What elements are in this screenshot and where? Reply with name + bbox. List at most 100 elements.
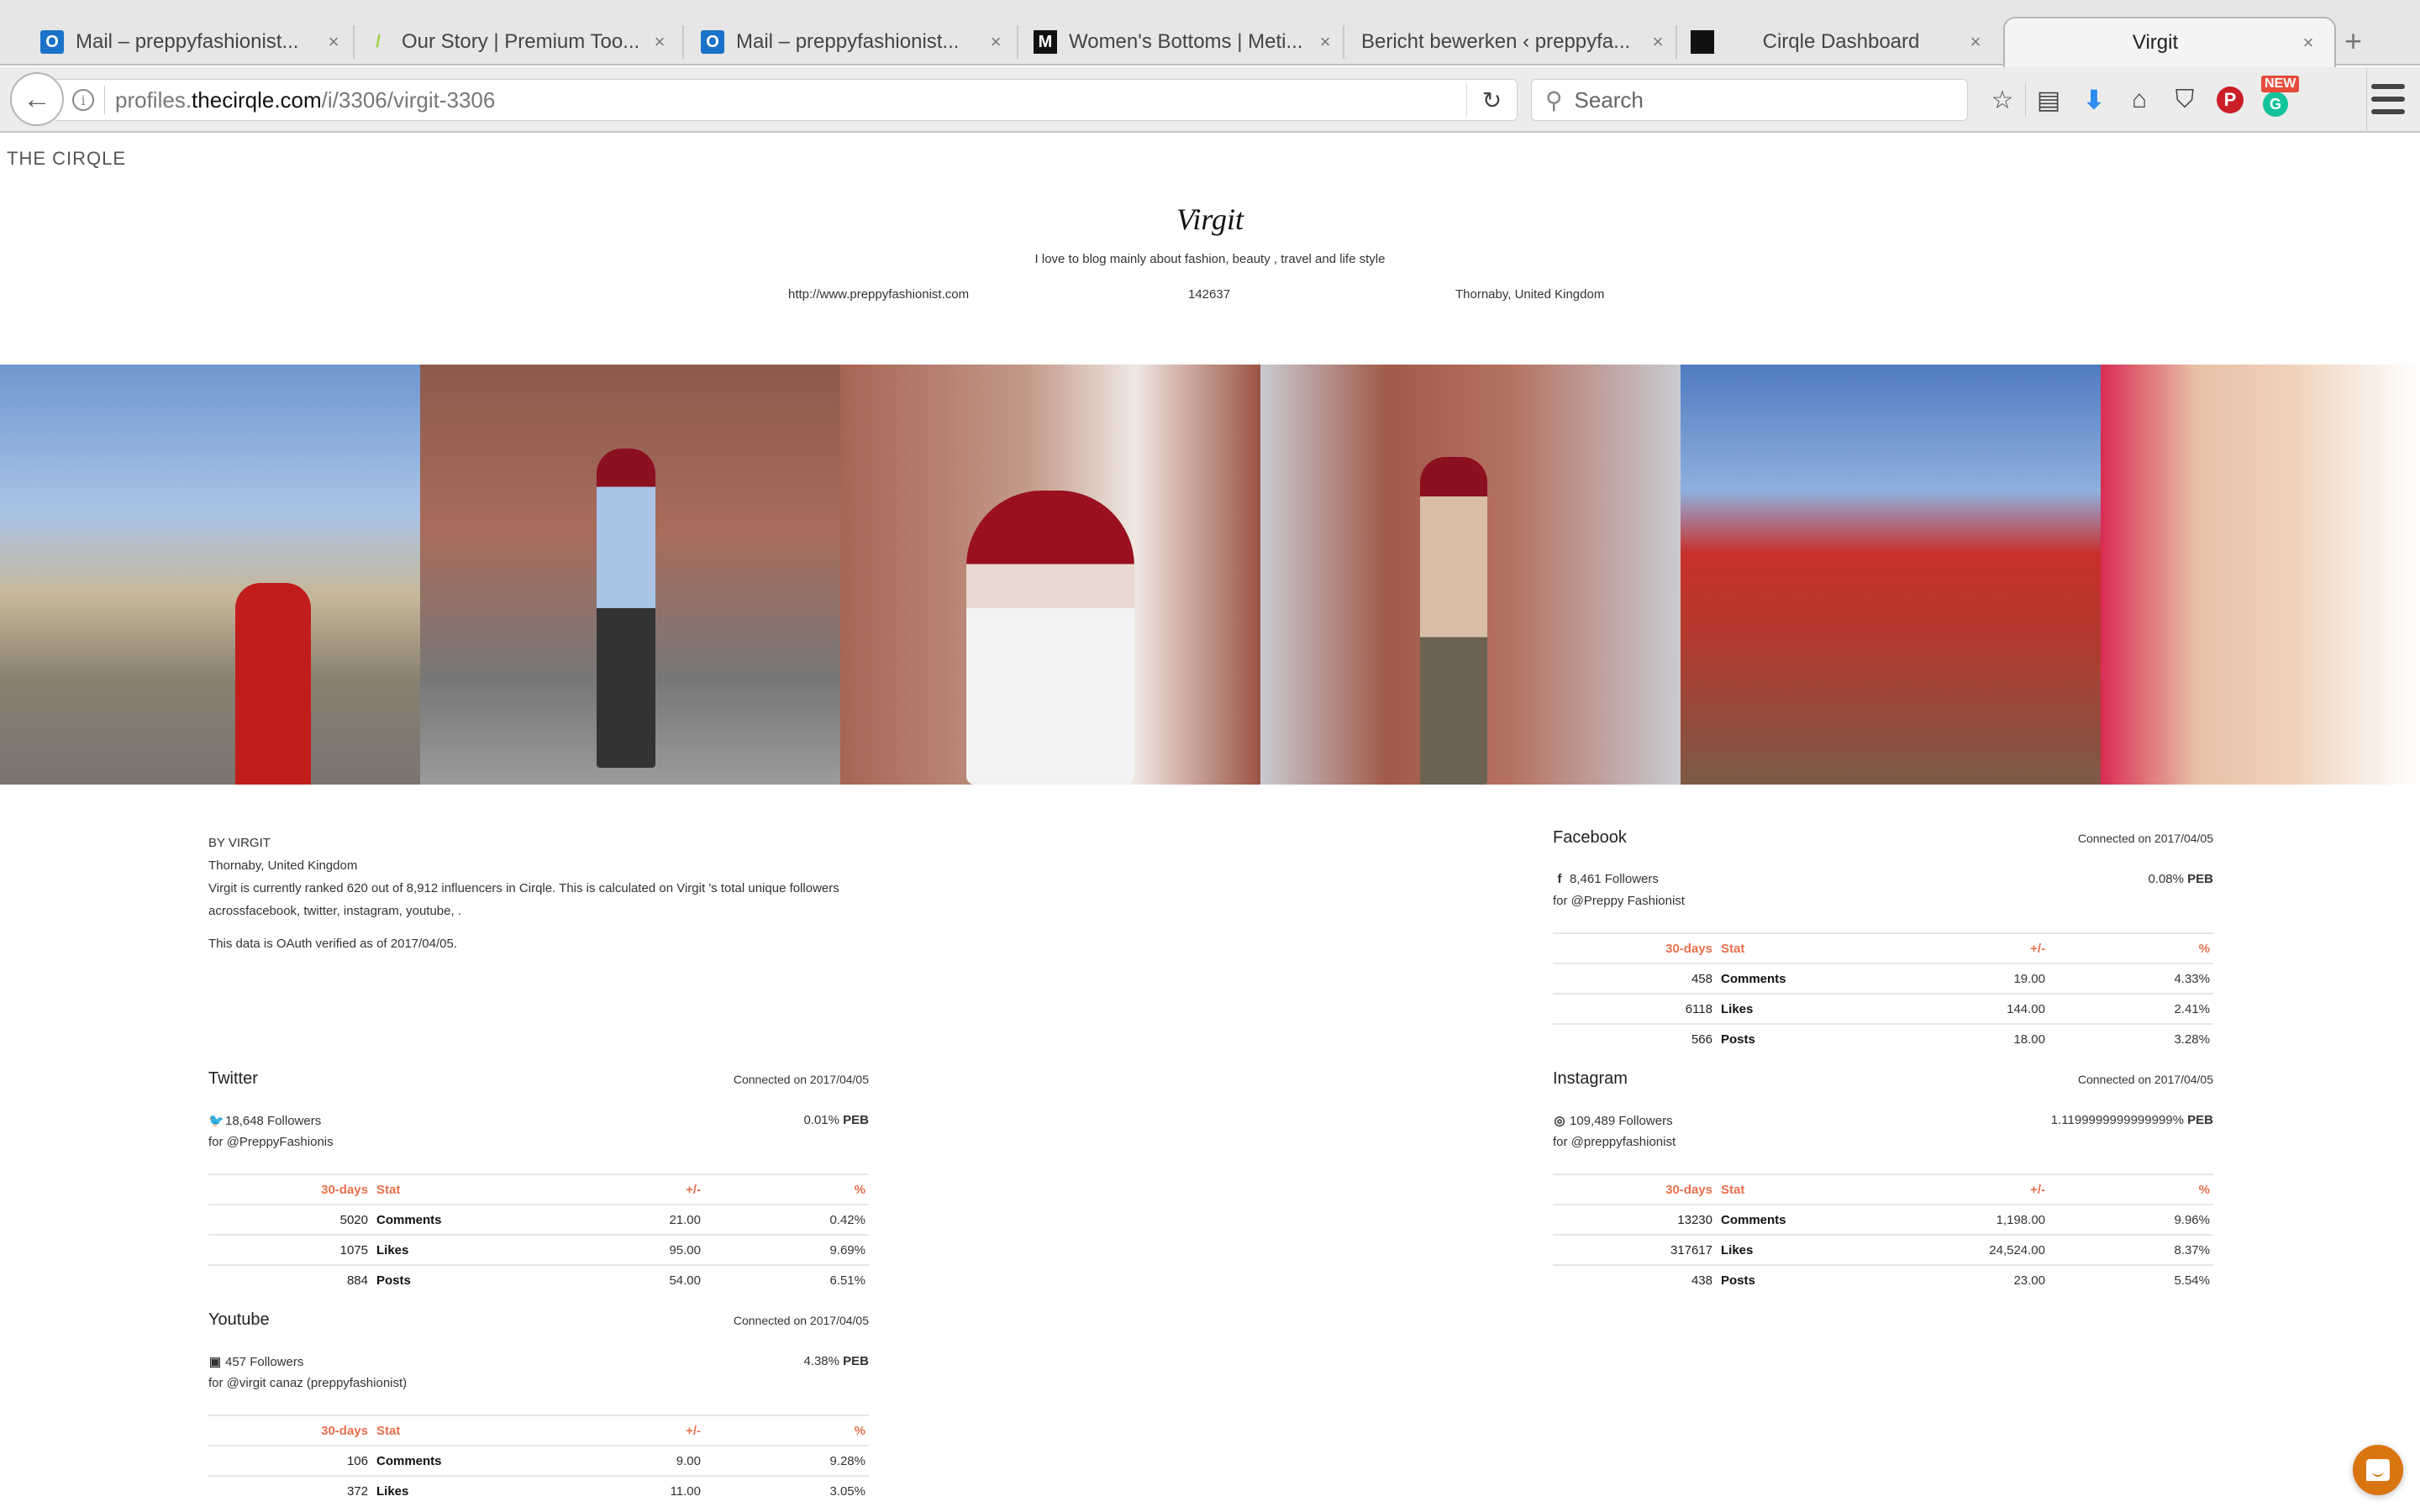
stats-table: 30-days Stat +/- % 13230 Comments 1,198.00… [1553, 1173, 2213, 1295]
header-delta: +/- [533, 1173, 701, 1205]
gallery-photo[interactable] [420, 365, 840, 785]
url-prefix: profiles. [115, 87, 192, 113]
header-delta: +/- [1877, 1173, 2045, 1205]
table-row: 884 Posts 54.00 6.51% [208, 1264, 869, 1295]
header-period: 30-days [1553, 1173, 1721, 1205]
new-tab-button[interactable]: + [2344, 24, 2362, 59]
profile-website-link[interactable]: http://www.preppyfashionist.com [788, 287, 969, 302]
youtube-section: Youtube Connected on 2017/04/05 ▣ 457 Fol… [208, 1310, 869, 1506]
close-tab-icon[interactable]: × [2299, 32, 2317, 54]
info-icon[interactable]: i [72, 89, 94, 111]
peb-value: 0.01% PEB [803, 1113, 869, 1135]
header-stat: Stat [1721, 932, 1877, 963]
tab-cirqle-dashboard[interactable]: Cirqle Dashboard × [1691, 18, 1985, 66]
close-tab-icon[interactable]: × [650, 31, 669, 53]
tab-bericht-bewerken[interactable]: Bericht bewerken ‹ preppyfa... × [1361, 18, 1667, 66]
header-delta: +/- [1877, 932, 2045, 963]
peb-label: PEB [843, 1113, 869, 1127]
back-button[interactable]: ← [10, 72, 64, 126]
tab-title: Cirqle Dashboard [1762, 30, 1920, 53]
bookmark-star-icon[interactable]: ☆ [1980, 77, 2025, 123]
gallery-photo[interactable] [2101, 365, 2420, 785]
grammarly-button[interactable]: G NEW [2253, 76, 2300, 123]
stats-header-row: 30-days Stat +/- % [208, 1173, 869, 1205]
url-text[interactable]: profiles.thecirqle.com/i/3306/virgit-330… [115, 87, 1466, 113]
tab-womens-bottoms[interactable]: M Women's Bottoms | Meti... × [1034, 18, 1334, 66]
new-badge: NEW [2261, 76, 2300, 92]
about-networks: acrossfacebook, twitter, instagram, yout… [208, 904, 461, 918]
close-tab-icon[interactable]: × [1316, 31, 1334, 53]
profile-reach: 142637 [1188, 287, 1231, 302]
twitter-section: Twitter Connected on 2017/04/05 🐦18,648 … [208, 1069, 869, 1295]
reading-list-icon[interactable]: ▤ [2026, 77, 2071, 123]
tab-separator [1676, 25, 1677, 59]
close-tab-icon[interactable]: × [324, 31, 343, 53]
header-pct: % [701, 1173, 869, 1205]
stats-header-row: 30-days Stat +/- % [1553, 1173, 2213, 1205]
telephone-box [235, 583, 311, 785]
peb-label: PEB [2187, 1113, 2213, 1127]
home-icon[interactable]: ⌂ [2117, 77, 2162, 123]
gallery-photo[interactable] [1260, 365, 1681, 785]
table-row: 1075 Likes 95.00 9.69% [208, 1234, 869, 1265]
about-verified: This data is OAuth verified as of 2017/0… [208, 937, 458, 951]
about-by: BY VIRGIT [208, 836, 271, 850]
profile-location: Thornaby, United Kingdom [1455, 287, 1605, 302]
leaf-icon: / [376, 32, 381, 51]
tab-mail-2[interactable]: O Mail – preppyfashionist... × [701, 18, 1005, 66]
pocket-icon[interactable]: ⛉ [2162, 77, 2207, 123]
tab-mail-1[interactable]: O Mail – preppyfashionist... × [40, 18, 343, 66]
account-handle: for @Preppy Fashionist [1553, 894, 1685, 908]
reload-icon[interactable]: ↻ [1466, 83, 1517, 117]
facebook-section: Facebook Connected on 2017/04/05 f 8,461 … [1553, 828, 2213, 1054]
cirqle-icon [1691, 30, 1714, 54]
url-separator [104, 86, 105, 114]
chat-launcher-button[interactable] [2353, 1445, 2403, 1495]
hamburger-menu-icon[interactable] [2371, 81, 2405, 118]
peb-percent: 4.38% [803, 1354, 839, 1368]
tab-separator [1343, 25, 1344, 59]
followers-count: 18,648 Followers [225, 1114, 322, 1128]
header-period: 30-days [208, 1415, 376, 1446]
tab-title: Virgit [2132, 31, 2179, 54]
close-tab-icon[interactable]: × [986, 31, 1005, 53]
close-tab-icon[interactable]: × [1649, 31, 1667, 53]
search-bar[interactable]: ⚲ Search [1531, 79, 1968, 121]
pinterest-button[interactable]: P [2207, 77, 2253, 123]
tab-strip: O Mail – preppyfashionist... × / Our Sto… [0, 0, 2420, 67]
outlook-icon: O [701, 30, 724, 54]
grammarly-icon: G [2263, 92, 2288, 117]
peb-percent: 0.08% [2148, 872, 2184, 886]
brand-logo[interactable]: THE CIRQLE [7, 148, 126, 170]
gallery-photo[interactable] [1681, 365, 2101, 785]
tab-title: Bericht bewerken ‹ preppyfa... [1361, 30, 1631, 53]
table-row: 5020 Comments 21.00 0.42% [208, 1204, 869, 1235]
header-pct: % [701, 1415, 869, 1446]
tab-virgit-active[interactable]: Virgit × [2003, 17, 2336, 67]
about-location: Thornaby, United Kingdom [208, 858, 358, 873]
table-row: 6118 Likes 144.00 2.41% [1553, 993, 2213, 1024]
url-bar[interactable]: i profiles.thecirqle.com/i/3306/virgit-3… [55, 79, 1518, 121]
header-pct: % [2045, 1173, 2213, 1205]
chat-bubble-icon [2366, 1459, 2390, 1481]
gallery-photo[interactable] [0, 365, 420, 785]
header-period: 30-days [208, 1173, 376, 1205]
tab-title: Our Story | Premium Too... [402, 30, 640, 53]
photo-gallery [0, 365, 2420, 785]
tab-separator [353, 25, 355, 59]
header-period: 30-days [1553, 932, 1721, 963]
person-figure [597, 449, 655, 768]
person-figure [1420, 457, 1487, 785]
download-icon[interactable]: ⬇ [2071, 77, 2117, 123]
followers-count: 457 Followers [225, 1355, 304, 1369]
url-host: thecirqle.com [192, 87, 322, 113]
tab-our-story[interactable]: / Our Story | Premium Too... × [366, 18, 669, 66]
table-row: 106 Comments 9.00 9.28% [208, 1445, 869, 1476]
account-handle: for @PreppyFashionis [208, 1135, 334, 1149]
stats-table: 30-days Stat +/- % 106 Comments 9.00 9.28% … [208, 1415, 869, 1506]
close-tab-icon[interactable]: × [1966, 31, 1985, 53]
peb-label: PEB [2187, 872, 2213, 886]
about-rank: Virgit is currently ranked 620 out of 8,… [208, 881, 839, 895]
gallery-photo[interactable] [840, 365, 1260, 785]
stats-header-row: 30-days Stat +/- % [208, 1415, 869, 1446]
